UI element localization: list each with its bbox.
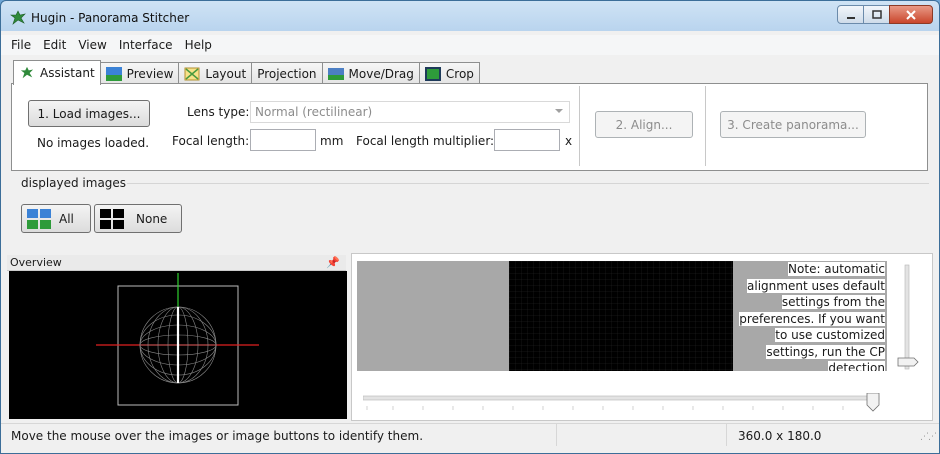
tab-label: Projection	[257, 67, 317, 81]
preview-grid	[509, 261, 733, 371]
tab-label: Assistant	[40, 66, 95, 80]
horizontal-slider[interactable]	[363, 393, 887, 413]
menu-help[interactable]: Help	[179, 35, 218, 55]
none-button-label: None	[136, 211, 168, 226]
menu-file[interactable]: File	[5, 35, 37, 55]
focal-length-label: Focal length:	[172, 134, 250, 148]
tab-move-drag[interactable]: Move/Drag	[321, 62, 420, 85]
menu-view[interactable]: View	[72, 35, 112, 55]
preview-canvas[interactable]	[509, 261, 733, 371]
all-images-icon	[27, 208, 51, 229]
focal-multiplier-input[interactable]	[494, 129, 560, 151]
move-drag-icon	[327, 68, 344, 80]
focal-length-input[interactable]	[250, 129, 316, 151]
status-field-of-view: 360.0 x 180.0	[738, 429, 822, 443]
overview-title-bar[interactable]: Overview 📌	[7, 255, 346, 271]
status-divider	[556, 424, 557, 446]
landscape-icon	[105, 67, 122, 81]
app-window: Hugin - Panorama Stitcher File Edit View…	[0, 0, 940, 454]
show-all-images-button[interactable]: All	[21, 204, 91, 233]
focal-multiplier-label: Focal length multiplier:	[356, 134, 495, 148]
close-button[interactable]	[889, 5, 933, 24]
panel-divider	[705, 86, 706, 166]
crop-icon	[424, 67, 441, 81]
chevron-down-icon	[555, 109, 563, 113]
displayed-images-label: displayed images	[21, 176, 127, 190]
tab-label: Move/Drag	[348, 67, 414, 81]
load-status: No images loaded.	[37, 136, 150, 150]
sphere-overview	[96, 273, 259, 406]
window-title: Hugin - Panorama Stitcher	[31, 11, 190, 25]
overview-title: Overview	[10, 256, 62, 269]
minimize-button[interactable]	[837, 5, 864, 24]
minimize-icon	[846, 16, 855, 19]
lens-type-select[interactable]: Normal (rectilinear)	[250, 101, 570, 123]
title-bar[interactable]: Hugin - Panorama Stitcher	[1, 1, 939, 34]
lens-type-label: Lens type:	[187, 105, 250, 119]
tab-bar: Assistant Preview Layout Projection Move…	[13, 60, 480, 85]
no-images-icon	[100, 208, 124, 229]
tab-label: Layout	[205, 67, 247, 81]
hugin-leaf-icon	[20, 66, 34, 79]
tab-projection[interactable]: Projection	[251, 62, 323, 85]
load-images-button[interactable]: 1. Load images...	[28, 100, 150, 127]
status-bar: Move the mouse over the images or image …	[1, 423, 939, 446]
tab-assistant[interactable]: Assistant	[13, 60, 101, 85]
window-controls	[837, 5, 933, 24]
close-icon	[906, 9, 916, 20]
maximize-icon	[871, 9, 882, 19]
create-panorama-button[interactable]: 3. Create panorama...	[720, 111, 866, 138]
tab-preview[interactable]: Preview	[99, 62, 180, 85]
overview-canvas[interactable]	[9, 271, 347, 419]
group-divider	[127, 183, 929, 184]
menu-edit[interactable]: Edit	[37, 35, 72, 55]
menu-bar: File Edit View Interface Help	[1, 35, 939, 55]
all-button-label: All	[59, 211, 74, 226]
layout-grid-icon	[184, 67, 200, 81]
tab-crop[interactable]: Crop	[418, 62, 480, 85]
panel-divider	[579, 86, 580, 166]
lens-type-value: Normal (rectilinear)	[255, 105, 373, 119]
alignment-note: Note: automatic alignment uses default s…	[731, 261, 885, 371]
focal-multiplier-unit: x	[565, 134, 573, 148]
pin-icon[interactable]: 📌	[326, 256, 340, 269]
vertical-zoom-slider[interactable]	[897, 263, 919, 373]
preview-left-area	[357, 261, 509, 371]
status-message: Move the mouse over the images or image …	[11, 429, 424, 443]
tab-label: Preview	[126, 67, 174, 81]
menu-interface[interactable]: Interface	[113, 35, 179, 55]
maximize-button[interactable]	[863, 5, 890, 24]
tab-layout[interactable]: Layout	[178, 62, 253, 85]
show-no-images-button[interactable]: None	[94, 204, 182, 233]
alignment-note-text: Note: automatic alignment uses default s…	[739, 262, 885, 371]
tab-label: Crop	[445, 67, 474, 81]
focal-length-unit: mm	[320, 134, 344, 148]
resize-grip-icon[interactable]: ⋰⋰	[920, 432, 937, 442]
status-divider	[726, 424, 727, 446]
hugin-leaf-icon	[10, 10, 26, 25]
align-button[interactable]: 2. Align...	[595, 111, 693, 138]
